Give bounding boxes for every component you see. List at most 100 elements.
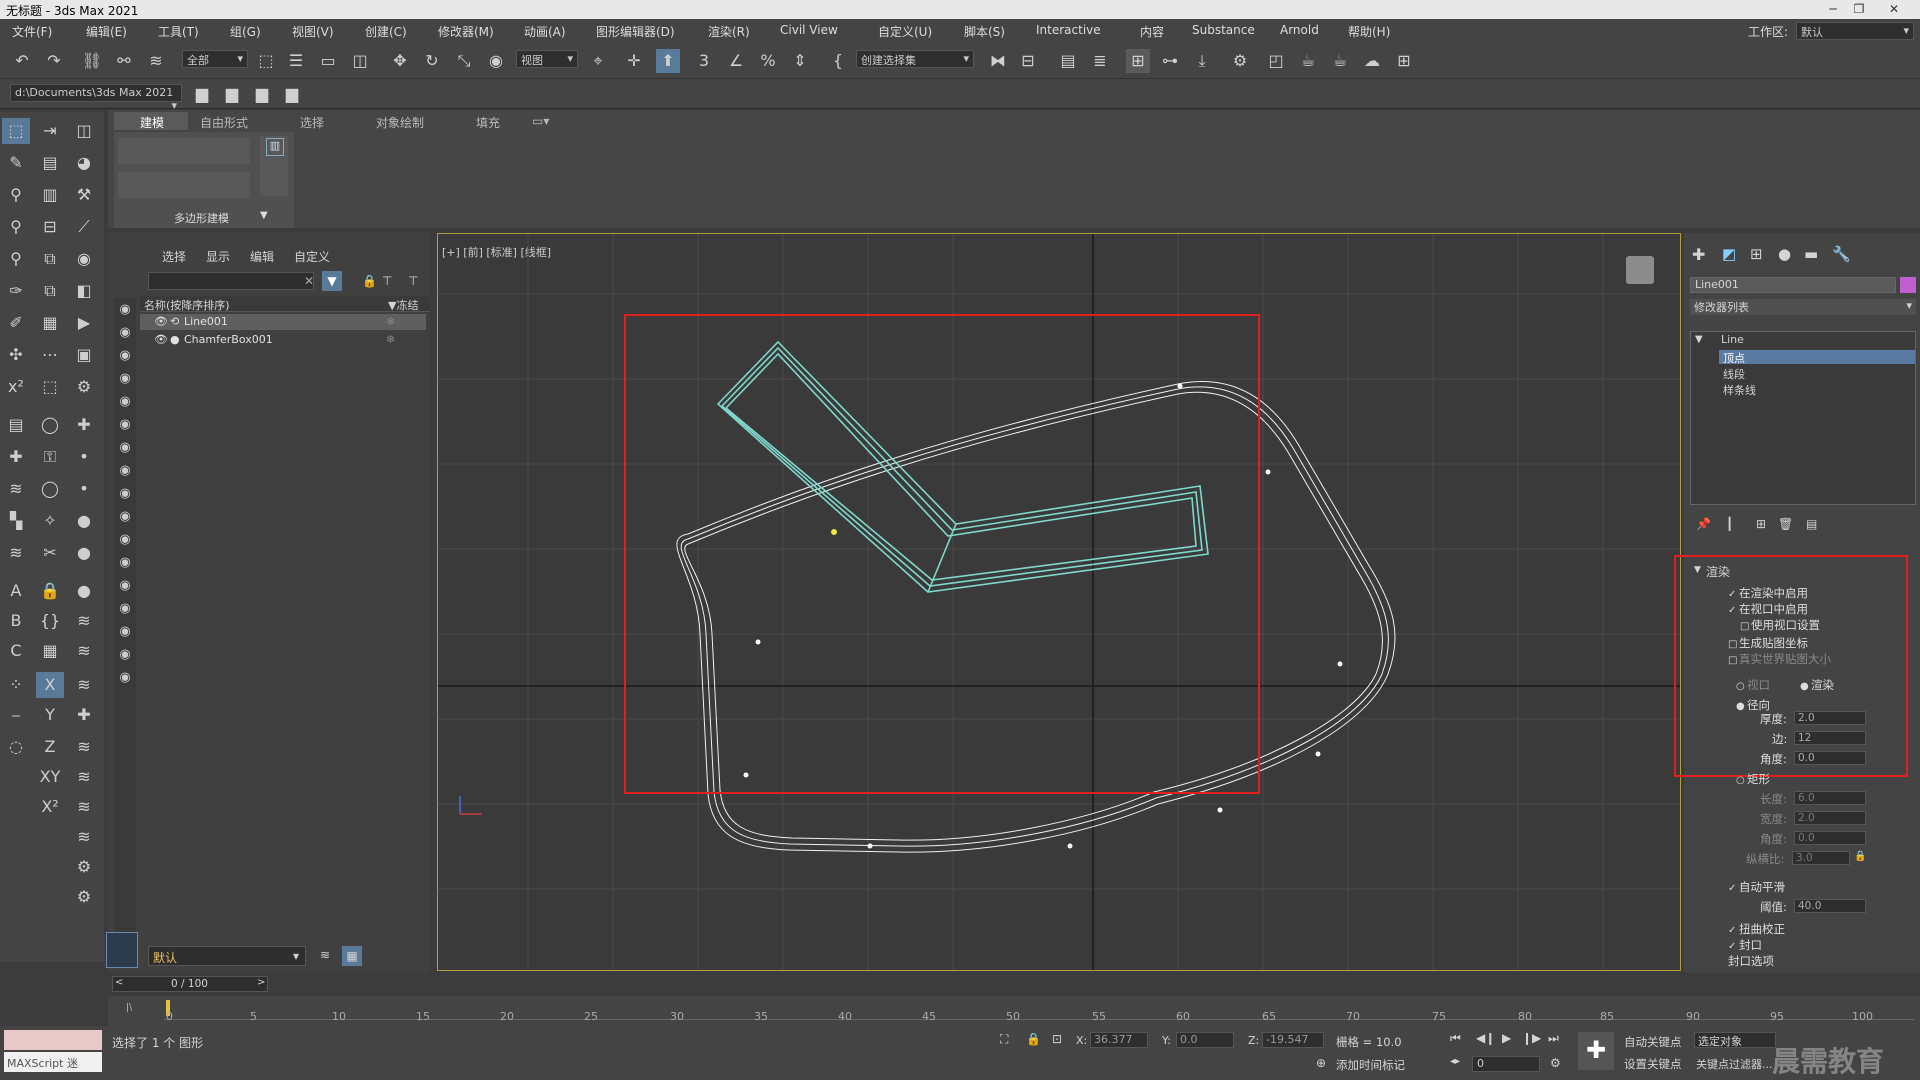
auto-key-button[interactable]: 自动关键点 — [1624, 1034, 1682, 1050]
absolute-mode-icon[interactable]: ⊡ — [1052, 1032, 1062, 1046]
clone-icon[interactable]: ⧉ — [36, 278, 64, 304]
set-key-button[interactable]: 设置关键点 — [1624, 1056, 1682, 1072]
selection-lock-icon[interactable]: 🔒 — [1026, 1032, 1041, 1046]
rectangular-selection-icon[interactable]: ▭ — [316, 49, 340, 73]
mirror-icon[interactable]: ⧓ — [986, 49, 1010, 73]
explorer-tab-display[interactable]: 显示 — [206, 248, 230, 265]
save-state-icon[interactable]: ▦ — [36, 638, 64, 664]
spacing-icon[interactable]: ⋯ — [36, 342, 64, 368]
layer-sort-icon[interactable]: ⊤ — [408, 274, 418, 288]
rect-angle-spinner[interactable]: 0.0 — [1794, 831, 1866, 845]
redo-icon[interactable]: ↷ — [42, 49, 66, 73]
time-slider-track[interactable]: < 0 / 100 > — [112, 976, 268, 992]
explorer-tab-edit[interactable]: 编辑 — [250, 248, 274, 265]
layer-stack-icon[interactable]: ≋ — [2, 476, 30, 502]
hammer-icon[interactable]: ⚒ — [70, 182, 98, 208]
lasso-icon[interactable]: ✎ — [2, 150, 30, 176]
add-icon[interactable]: ✚ — [2, 444, 30, 470]
snap-icon[interactable]: ⚲ — [2, 246, 30, 272]
column-freeze-header[interactable]: ▼冻结 — [388, 297, 418, 313]
dot-icon[interactable]: • — [70, 444, 98, 470]
selection-filter-dropdown[interactable]: 全部 ▾ — [182, 50, 248, 68]
threshold-spinner[interactable]: 40.0 — [1794, 899, 1866, 913]
project-settings-icon[interactable]: ▆ — [280, 82, 304, 106]
select-manipulate-icon[interactable]: ✛ — [622, 49, 646, 73]
render-frame-icon[interactable]: ▣ — [70, 342, 98, 368]
stack-item-segment[interactable]: 线段 — [1723, 366, 1745, 382]
menu-content[interactable]: 内容 — [1140, 23, 1164, 40]
selected-object-dropdown[interactable]: 选定对象 — [1694, 1032, 1776, 1048]
explorer-search-input[interactable] — [148, 272, 314, 290]
next-frame-icon[interactable]: ❙▶ — [1522, 1031, 1541, 1045]
rendered-frame-window-icon[interactable]: ◰ — [1264, 49, 1288, 73]
stack2-icon[interactable]: ≋ — [70, 734, 98, 760]
show-end-result-icon[interactable]: ┃ — [1726, 517, 1733, 531]
visibility-eye-icon[interactable]: 👁 — [154, 333, 168, 346]
axis-z-icon[interactable]: Z — [36, 734, 64, 760]
xform-icon[interactable]: x² — [2, 374, 30, 400]
stack-icon[interactable]: ≋ — [2, 540, 30, 566]
schematic-view-icon[interactable]: ⊶ — [1158, 49, 1182, 73]
lock-icon[interactable]: 🔒 — [362, 274, 377, 288]
render-iterative-icon[interactable]: ☕ — [1328, 49, 1352, 73]
clear-search-icon[interactable]: ✕ — [304, 274, 314, 288]
brush-icon[interactable]: ✐ — [2, 310, 30, 336]
slider-prev-icon[interactable]: < — [115, 977, 123, 988]
transform-icon[interactable]: ✣ — [2, 342, 30, 368]
stack-item-vertex[interactable]: 顶点 — [1719, 350, 1915, 365]
freeze-icon[interactable]: ❄ — [386, 315, 395, 328]
hierarchy-icon[interactable]: ⊤ — [382, 274, 392, 288]
sphere-icon[interactable]: ◯ — [36, 412, 64, 438]
curve-editor-icon[interactable]: ⊞ — [1126, 49, 1150, 73]
edit-named-selection-icon[interactable]: { — [826, 49, 850, 73]
maxscript-listener-input[interactable] — [4, 1030, 102, 1050]
display-icon[interactable]: ▥ — [36, 182, 64, 208]
display-tab-icon[interactable]: ▬ — [1804, 245, 1818, 263]
scale-icon[interactable]: ⤡ — [452, 49, 476, 73]
axis-x-icon[interactable]: X — [36, 672, 64, 698]
hierarchy-tab-icon[interactable]: ⊞ — [1750, 245, 1763, 263]
panel-icon[interactable]: ▤ — [2, 412, 30, 438]
remove-modifier-icon[interactable]: 🗑 — [1778, 517, 1793, 531]
object-color-swatch[interactable] — [1900, 277, 1916, 293]
axis-xy-icon[interactable]: XY — [36, 764, 64, 790]
snaps-toggle-icon[interactable]: 3 — [692, 49, 716, 73]
maxscript-mini-listener[interactable]: MAXScript 迷 — [4, 1052, 102, 1072]
sphere2-icon[interactable]: ◯ — [36, 476, 64, 502]
previous-frame-icon[interactable]: ◀❙ — [1476, 1031, 1495, 1045]
dotted-select-icon[interactable]: ⁘ — [2, 672, 30, 698]
material-editor-icon[interactable]: ⤓ — [1190, 49, 1214, 73]
stack-item-spline[interactable]: 样条线 — [1723, 382, 1756, 398]
y-coordinate-field[interactable]: 0.0 — [1176, 1032, 1234, 1048]
auto-smooth-checkbox[interactable]: ✓ 自动平滑 — [1728, 879, 1785, 895]
circle2-icon[interactable]: ● — [70, 540, 98, 566]
visibility-eye-icon[interactable]: 👁 — [154, 315, 168, 328]
tree-row-line001[interactable]: 👁 ⟲ Line001 ❄ — [140, 314, 426, 330]
lock-tool-icon[interactable]: ⚿ — [36, 444, 64, 470]
z-coordinate-field[interactable]: -19.547 — [1262, 1032, 1324, 1048]
modify-icon[interactable]: ⚙ — [70, 374, 98, 400]
text-b-icon[interactable]: B — [2, 608, 30, 634]
minimize-button[interactable]: ─ — [1820, 0, 1846, 18]
rectangular-radio[interactable]: ○ 矩形 — [1736, 771, 1770, 787]
link-tool-icon[interactable]: ⚲ — [2, 182, 30, 208]
play-animation-icon[interactable]: ▶ — [1502, 1031, 1511, 1045]
explorer-tab-select[interactable]: 选择 — [162, 248, 186, 265]
configure-sets-icon[interactable]: ▤ — [1806, 517, 1817, 531]
keyboard-shortcut-override-icon[interactable]: ⬆ — [656, 49, 680, 73]
tab-object-paint[interactable]: 对象绘制 — [376, 114, 424, 131]
dot2-icon[interactable]: • — [70, 476, 98, 502]
toggle-ribbon-icon[interactable]: ≣ — [1088, 49, 1112, 73]
placement-icon[interactable]: ◉ — [484, 49, 508, 73]
poly-modeling-label[interactable]: 多边形建模 — [174, 210, 229, 226]
menu-rendering[interactable]: 渲染(R) — [708, 23, 750, 40]
explorer-tab-customize[interactable]: 自定义 — [294, 248, 330, 265]
axis-x2-icon[interactable]: X² — [36, 794, 64, 820]
brackets-icon[interactable]: {} — [36, 608, 64, 634]
select-by-name-icon[interactable]: ☰ — [284, 49, 308, 73]
x-coordinate-field[interactable]: 36.377 — [1090, 1032, 1148, 1048]
dotted-circle-icon[interactable]: ◌ — [2, 734, 30, 760]
percent-snap-icon[interactable]: % — [756, 49, 780, 73]
twist-correction-checkbox[interactable]: ✓ 扭曲校正 — [1728, 921, 1785, 937]
edit-poly-icon[interactable]: ▥ — [266, 138, 284, 156]
